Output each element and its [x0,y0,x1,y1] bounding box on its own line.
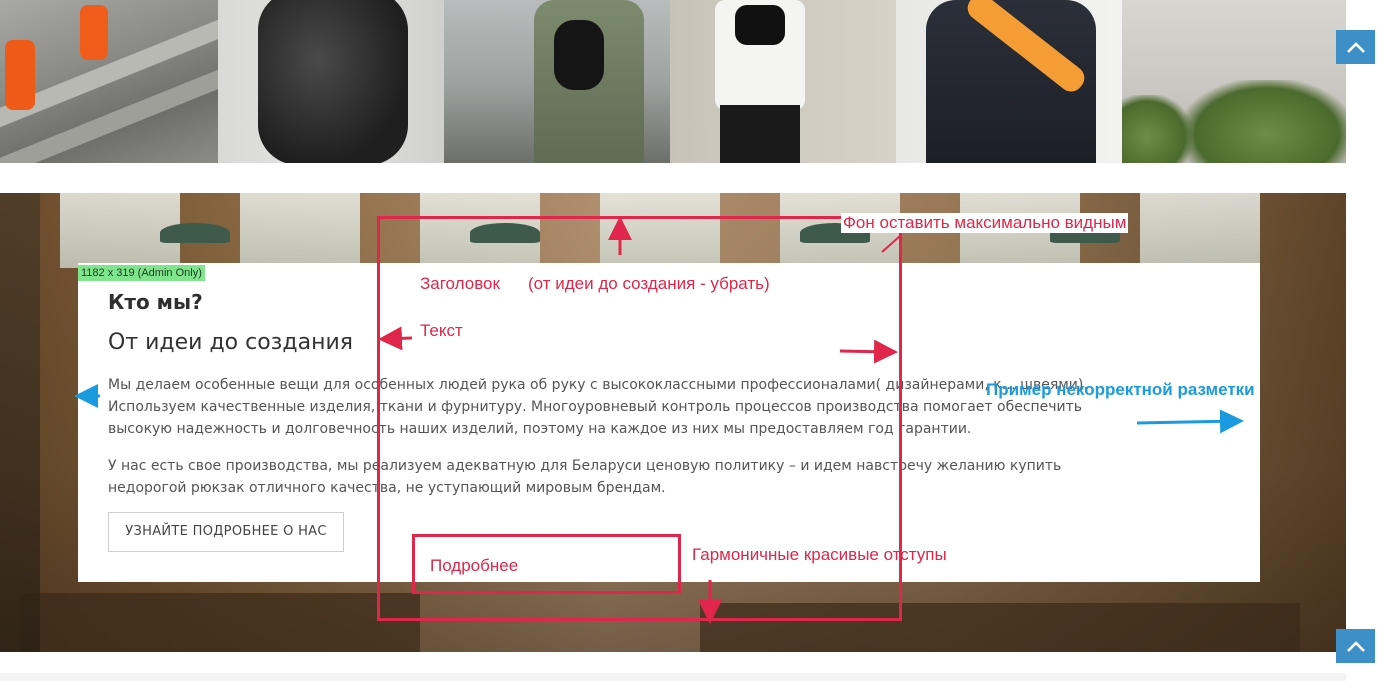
product-photo-strip [0,0,1346,163]
annotation-spacing-note: Гармоничные красивые отступы [692,545,947,564]
annotation-heading-remove-note: (от идеи до создания - убрать) [528,274,770,293]
next-section-edge [0,673,1346,681]
scroll-top-button-bottom[interactable] [1336,629,1375,663]
scroll-top-button[interactable] [1336,30,1375,64]
photo-white-shirt-sling[interactable] [670,0,896,163]
annotation-background-note: Фон оставить максимально видным [841,213,1129,233]
about-title: Кто мы? [108,290,203,314]
annotation-incorrect-markup-note: Пример некорректной разметки [986,380,1255,399]
learn-more-button[interactable]: УЗНАЙТЕ ПОДРОБНЕЕ О НАС [108,512,344,552]
annotation-text-note: Текст [420,321,463,340]
annotation-more-label: Подробнее [430,556,519,575]
annotation-heading-note: Заголовок [420,274,500,293]
chevron-up-icon [1346,641,1365,652]
photo-grass-interior[interactable] [1122,0,1346,163]
about-subtitle: От идеи до создания [108,330,353,355]
photo-black-backpack[interactable] [218,0,444,163]
chevron-up-icon [1346,42,1365,53]
admin-size-badge: 1182 x 319 (Admin Only) [78,265,205,281]
photo-orange-strap-jacket[interactable] [896,0,1122,163]
photo-green-coat-backpack[interactable] [444,0,670,163]
photo-stairs-orange-jacket[interactable] [0,0,218,163]
